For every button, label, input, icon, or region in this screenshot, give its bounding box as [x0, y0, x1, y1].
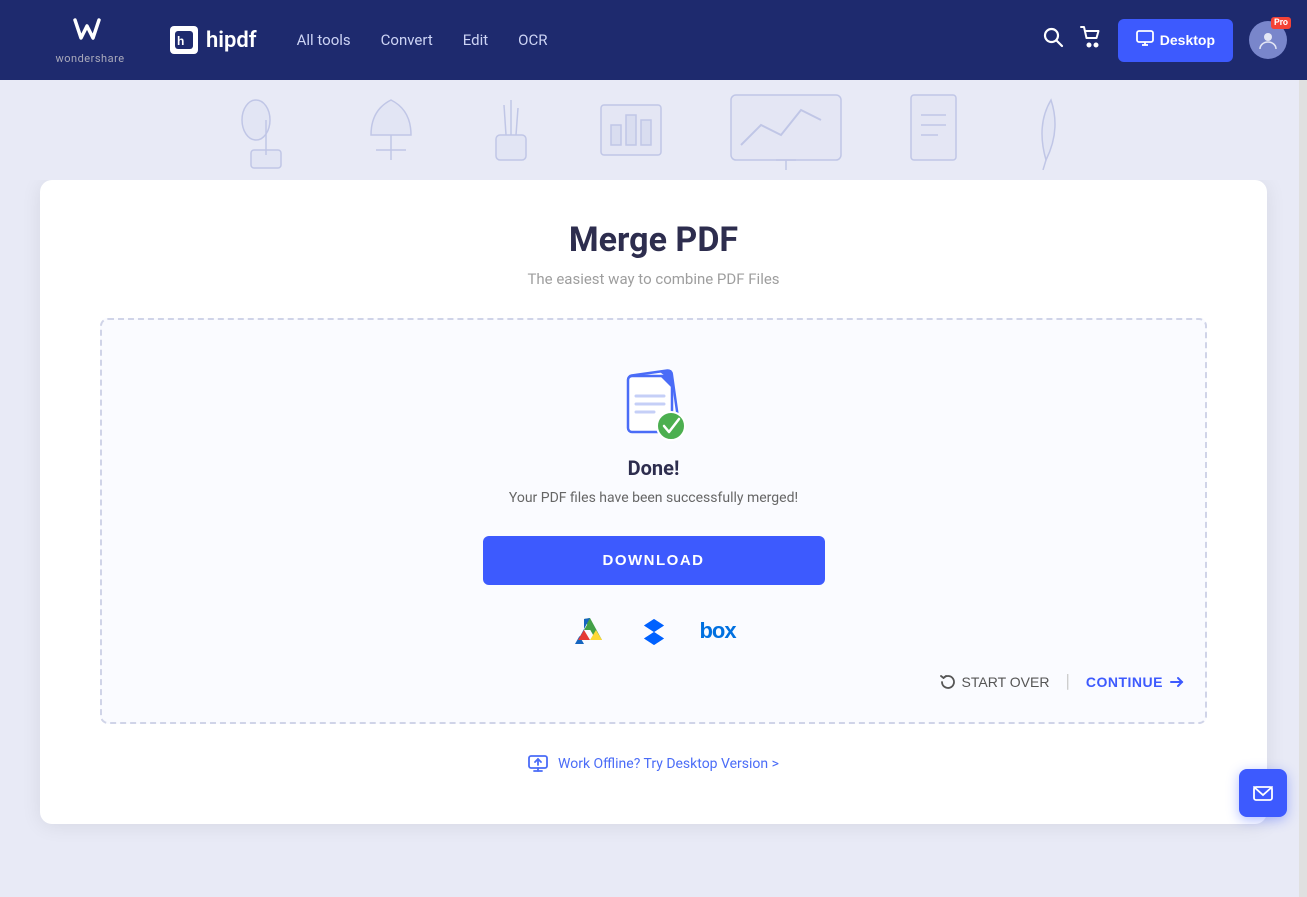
- result-area: Done! Your PDF files have been successfu…: [100, 318, 1207, 724]
- start-over-button[interactable]: START OVER: [940, 674, 1050, 690]
- page-title: Merge PDF: [100, 220, 1207, 260]
- nav-all-tools[interactable]: All tools: [297, 31, 351, 49]
- download-button[interactable]: DOWNLOAD: [483, 536, 825, 585]
- wondershare-brand[interactable]: wondershare: [20, 0, 160, 80]
- search-button[interactable]: [1042, 26, 1064, 54]
- desktop-icon: [1136, 29, 1154, 52]
- continue-button[interactable]: CONTINUE: [1086, 674, 1185, 690]
- wondershare-label: wondershare: [55, 52, 124, 65]
- success-icon: [614, 360, 704, 450]
- start-over-label: START OVER: [962, 674, 1050, 690]
- user-avatar-wrap[interactable]: Pro: [1249, 21, 1287, 59]
- google-drive-icon: [573, 616, 607, 646]
- desktop-button[interactable]: Desktop: [1118, 19, 1233, 62]
- banner-illustration: [236, 90, 1071, 170]
- float-mail-button[interactable]: [1239, 769, 1287, 817]
- success-icon-wrap: [614, 360, 694, 440]
- cart-button[interactable]: [1080, 26, 1102, 54]
- continue-label: CONTINUE: [1086, 674, 1163, 690]
- scrollbar[interactable]: [1299, 0, 1307, 897]
- hipdf-label: hipdf: [206, 28, 257, 53]
- nav-edit[interactable]: Edit: [463, 31, 488, 49]
- hipdf-logo[interactable]: h hipdf: [170, 26, 257, 54]
- dropbox-button[interactable]: [632, 609, 676, 653]
- box-button[interactable]: box: [696, 609, 740, 653]
- nav-ocr[interactable]: OCR: [518, 31, 547, 49]
- pro-badge: Pro: [1271, 17, 1291, 29]
- nav-right: Desktop Pro: [1042, 19, 1287, 62]
- desktop-label: Desktop: [1160, 32, 1215, 48]
- arrow-right-icon: [1169, 674, 1185, 690]
- offline-label: Work Offline? Try Desktop Version >: [558, 756, 779, 772]
- main-card: Merge PDF The easiest way to combine PDF…: [40, 180, 1267, 824]
- navbar: wondershare h hipdf All tools Convert Ed…: [0, 0, 1307, 80]
- svg-text:h: h: [177, 34, 184, 48]
- box-icon: box: [699, 618, 735, 644]
- dropbox-icon: [637, 614, 671, 648]
- banner-area: [0, 80, 1307, 180]
- nav-convert[interactable]: Convert: [381, 31, 433, 49]
- google-drive-button[interactable]: [568, 609, 612, 653]
- hipdf-icon: h: [170, 26, 198, 54]
- wondershare-icon: [73, 16, 107, 50]
- nav-links: All tools Convert Edit OCR: [297, 31, 1042, 49]
- page-subtitle: The easiest way to combine PDF Files: [100, 270, 1207, 288]
- desktop-offline-icon: [528, 754, 548, 774]
- main-content: Merge PDF The easiest way to combine PDF…: [0, 180, 1307, 864]
- cloud-save-icons: box: [568, 609, 740, 653]
- done-subtitle: Your PDF files have been successfully me…: [509, 490, 798, 506]
- actions-divider: |: [1065, 671, 1069, 692]
- done-title: Done!: [628, 456, 680, 480]
- refresh-icon: [940, 674, 956, 690]
- mail-icon: [1252, 782, 1274, 804]
- action-bar: START OVER | CONTINUE: [122, 671, 1185, 692]
- offline-bar[interactable]: Work Offline? Try Desktop Version >: [100, 754, 1207, 774]
